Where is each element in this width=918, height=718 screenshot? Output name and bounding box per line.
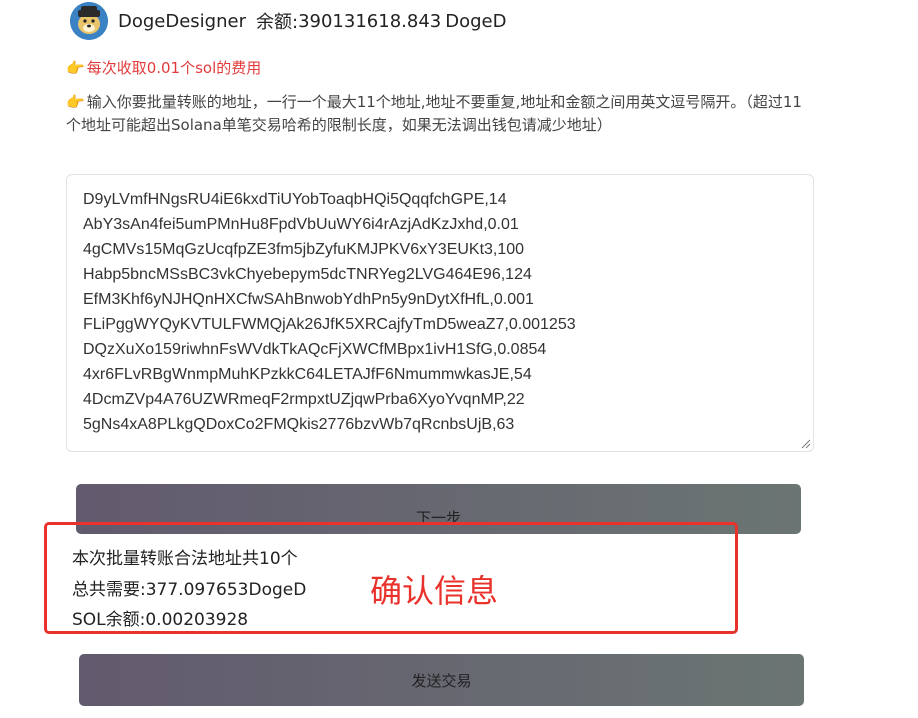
doge-avatar-icon xyxy=(70,2,108,40)
address-line: AbY3sAn4fei5umPMnHu8FpdVbUuWY6i4rAzjAdKz… xyxy=(83,216,519,233)
address-textarea[interactable]: D9yLVmfHNgsRU4iE6kxdTiUYobToaqbHQi5Qqqfc… xyxy=(66,174,814,452)
sol-balance: SOL余额:0.00203928 xyxy=(72,610,249,630)
pointing-hand-icon: 👉 xyxy=(66,59,85,77)
instruction-body: 输入你要批量转账的地址，一行一个最大11个地址,地址不要重复,地址和金额之间用英… xyxy=(66,93,802,134)
balance-value: 390131618.843 xyxy=(298,10,442,32)
send-transaction-button[interactable]: 发送交易 xyxy=(79,654,804,706)
address-line: 5gNs4xA8PLkgQDoxCo2FMQkis2776bzvWb7qRcnb… xyxy=(83,416,515,433)
address-line: Habp5bncMSsBC3vkChyebepym5dcTNRYeg2LVG46… xyxy=(83,266,532,283)
address-line: 4gCMVs15MqGzUcqfpZE3fm5jbZyfuKMJPKV6xY3E… xyxy=(83,241,525,258)
balance-unit: DogeD xyxy=(445,10,507,32)
address-line: D9yLVmfHNgsRU4iE6kxdTiUYobToaqbHQi5Qqqfc… xyxy=(83,191,507,208)
total-required: 总共需要:377.097653DogeD xyxy=(72,580,307,600)
resize-handle-icon[interactable] xyxy=(799,437,811,449)
balance-label: 余额: xyxy=(256,12,299,33)
address-line: 4xr6FLvRBgWnmpMuhKPzkkC64LETAJfF6Nmummwk… xyxy=(83,366,532,383)
account-header: DogeDesigner 余额: 390131618.843 DogeD xyxy=(70,2,506,40)
fee-note: 👉 每次收取0.01个sol的费用 xyxy=(66,57,261,78)
valid-address-count: 本次批量转账合法地址共10个 xyxy=(72,549,298,569)
confirm-annotation: 确认信息 xyxy=(370,572,499,610)
pointing-hand-icon: 👉 xyxy=(66,93,85,111)
instruction-text: 👉 输入你要批量转账的地址，一行一个最大11个地址,地址不要重复,地址和金额之间用… xyxy=(66,91,806,137)
address-line: FLiPggWYQyKVTULFWMQjAk26JfK5XRCajfyTmD5w… xyxy=(83,316,576,333)
username: DogeDesigner xyxy=(118,10,246,32)
address-line: EfM3Khf6yNJHQnHXCfwSAhBnwobYdhPn5y9nDytX… xyxy=(83,291,534,308)
fee-note-text: 每次收取0.01个sol的费用 xyxy=(86,59,262,77)
address-line: DQzXuXo159riwhnFsWVdkTkAQcFjXWCfMBpx1ivH… xyxy=(83,341,547,358)
address-line: 4DcmZVp4A76UZWRmeqF2rmpxtUZjqwPrba6XyoYv… xyxy=(83,391,525,408)
